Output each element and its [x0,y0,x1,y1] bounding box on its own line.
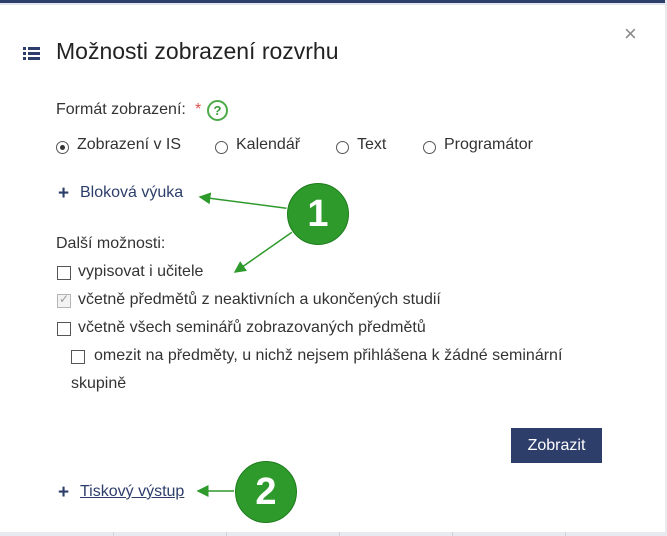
annotation-arrows [196,192,299,497]
annotation-badge-2: 2 [234,460,298,524]
annotation-arrow [233,227,299,273]
annotation-badge-1: 1 [286,182,350,246]
annotation-arrow [198,192,293,210]
